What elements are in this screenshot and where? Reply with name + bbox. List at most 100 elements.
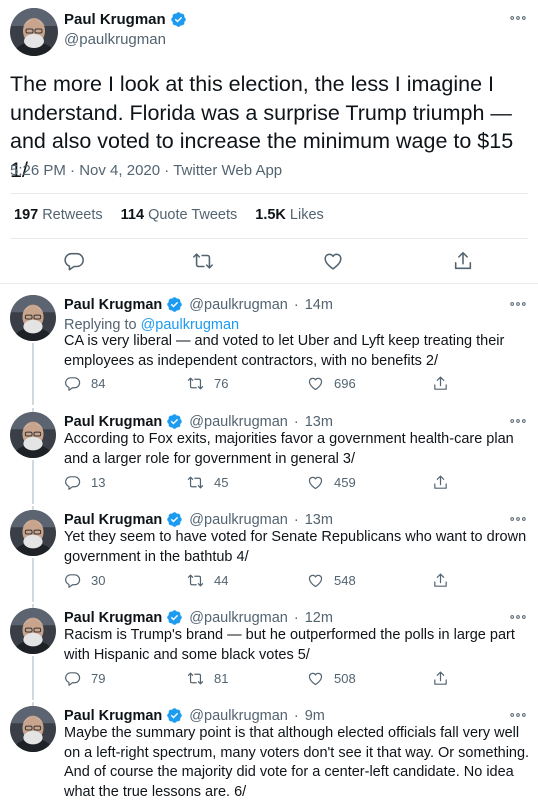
- share-icon[interactable]: [452, 250, 474, 272]
- author-handle[interactable]: @paulkrugman: [189, 414, 288, 430]
- reply-count: 13: [91, 475, 106, 490]
- reply-header: Paul Krugman @paulkrugman · 13m: [64, 511, 333, 528]
- retweets-count: 197: [14, 207, 39, 223]
- time-separator: ·: [293, 511, 299, 528]
- tweet-actions: 79 81 508: [64, 670, 484, 690]
- like-icon: [307, 474, 324, 491]
- more-options-icon[interactable]: [508, 294, 528, 314]
- share-icon: [432, 670, 449, 687]
- reply-header: Paul Krugman @paulkrugman · 13m: [64, 413, 333, 430]
- like-action[interactable]: 548: [307, 572, 356, 589]
- tweet-actions: 13 45 459: [64, 474, 484, 494]
- author-name[interactable]: Paul Krugman: [64, 610, 162, 626]
- time-separator: ·: [293, 609, 299, 626]
- author-name[interactable]: Paul Krugman: [64, 512, 162, 528]
- tweet-time[interactable]: 5:26 PM: [10, 162, 66, 179]
- replying-to-handle[interactable]: @paulkrugman: [141, 317, 240, 333]
- retweet-count: 76: [214, 376, 229, 391]
- quotes-label: Quote Tweets: [148, 207, 238, 223]
- retweet-icon: [187, 474, 204, 491]
- author-avatar[interactable]: [10, 8, 58, 56]
- share-icon: [432, 474, 449, 491]
- author-name[interactable]: Paul Krugman: [64, 11, 166, 28]
- verified-badge-icon: [166, 296, 183, 313]
- divider: [10, 193, 528, 194]
- reply-count: 79: [91, 671, 106, 686]
- tweet-time[interactable]: 13m: [305, 414, 333, 430]
- author-avatar[interactable]: [10, 295, 56, 341]
- likes-stat[interactable]: 1.5K Likes: [255, 207, 324, 223]
- more-options-icon[interactable]: [508, 411, 528, 431]
- author-avatar[interactable]: [10, 608, 56, 654]
- reply-icon: [64, 474, 81, 491]
- like-icon: [307, 670, 324, 687]
- reply-header: Paul Krugman @paulkrugman · 14m: [64, 296, 333, 313]
- share-action[interactable]: [432, 670, 449, 687]
- verified-badge-icon: [166, 707, 183, 724]
- retweet-action[interactable]: 45: [187, 474, 228, 491]
- author-avatar[interactable]: [10, 510, 56, 556]
- author-handle[interactable]: @paulkrugman: [64, 31, 166, 48]
- more-options-icon[interactable]: [508, 607, 528, 627]
- thread-line: [32, 460, 34, 504]
- retweet-count: 81: [214, 671, 229, 686]
- like-action[interactable]: 508: [307, 670, 356, 687]
- author-handle[interactable]: @paulkrugman: [189, 708, 288, 724]
- like-icon: [307, 375, 324, 392]
- quotes-stat[interactable]: 114 Quote Tweets: [121, 207, 238, 223]
- time-separator: ·: [293, 296, 299, 313]
- share-icon: [432, 572, 449, 589]
- retweet-action[interactable]: 81: [187, 670, 228, 687]
- share-action[interactable]: [432, 474, 449, 491]
- tweet-source[interactable]: Twitter Web App: [173, 162, 282, 179]
- retweet-count: 45: [214, 475, 229, 490]
- tweet-time[interactable]: 13m: [305, 512, 333, 528]
- quotes-count: 114: [120, 207, 145, 223]
- author-name[interactable]: Paul Krugman: [64, 414, 162, 430]
- reply-action[interactable]: 13: [64, 474, 105, 491]
- retweet-icon: [187, 572, 204, 589]
- verified-badge-icon: [166, 511, 183, 528]
- more-options-icon[interactable]: [508, 705, 528, 725]
- meta-separator: ·: [164, 162, 174, 179]
- tweet-time[interactable]: 14m: [305, 297, 333, 313]
- author-name[interactable]: Paul Krugman: [64, 708, 162, 724]
- reply-icon: [64, 572, 81, 589]
- thread-line: [32, 558, 34, 602]
- likes-label: Likes: [289, 207, 324, 223]
- retweet-action[interactable]: 76: [187, 375, 228, 392]
- like-count: 696: [334, 376, 356, 391]
- tweet-time[interactable]: 9m: [305, 708, 325, 724]
- share-action[interactable]: [432, 375, 449, 392]
- author-name[interactable]: Paul Krugman: [64, 297, 162, 313]
- retweet-icon: [187, 375, 204, 392]
- author-avatar[interactable]: [10, 706, 56, 752]
- like-icon[interactable]: [322, 250, 344, 272]
- author-handle[interactable]: @paulkrugman: [189, 512, 288, 528]
- retweet-icon[interactable]: [192, 250, 214, 272]
- like-action[interactable]: 696: [307, 375, 356, 392]
- reply-icon[interactable]: [63, 250, 85, 272]
- author-avatar[interactable]: [10, 412, 56, 458]
- tweet-text: Yet they seem to have voted for Senate R…: [64, 529, 527, 565]
- like-count: 459: [334, 475, 356, 490]
- tweet-actions: 84 76 696: [64, 375, 484, 395]
- more-options-icon[interactable]: [508, 8, 528, 28]
- tweet-stats: 197 Retweets 114 Quote Tweets 1.5K Likes: [14, 207, 324, 223]
- retweet-action[interactable]: 44: [187, 572, 228, 589]
- author-handle[interactable]: @paulkrugman: [189, 610, 288, 626]
- reply-action[interactable]: 30: [64, 572, 105, 589]
- like-action[interactable]: 459: [307, 474, 356, 491]
- tweet-text: According to Fox exits, majorities favor…: [64, 431, 514, 467]
- author-handle[interactable]: @paulkrugman: [189, 297, 288, 313]
- tweet-meta: 5:26 PM · Nov 4, 2020 · Twitter Web App: [10, 162, 282, 179]
- thread-line: [32, 343, 34, 405]
- reply-action[interactable]: 79: [64, 670, 105, 687]
- tweet-time[interactable]: 12m: [305, 610, 333, 626]
- retweets-stat[interactable]: 197 Retweets: [14, 207, 103, 223]
- likes-count: 1.5K: [255, 207, 286, 223]
- share-action[interactable]: [432, 572, 449, 589]
- tweet-date[interactable]: Nov 4, 2020: [79, 162, 160, 179]
- more-options-icon[interactable]: [508, 509, 528, 529]
- reply-action[interactable]: 84: [64, 375, 105, 392]
